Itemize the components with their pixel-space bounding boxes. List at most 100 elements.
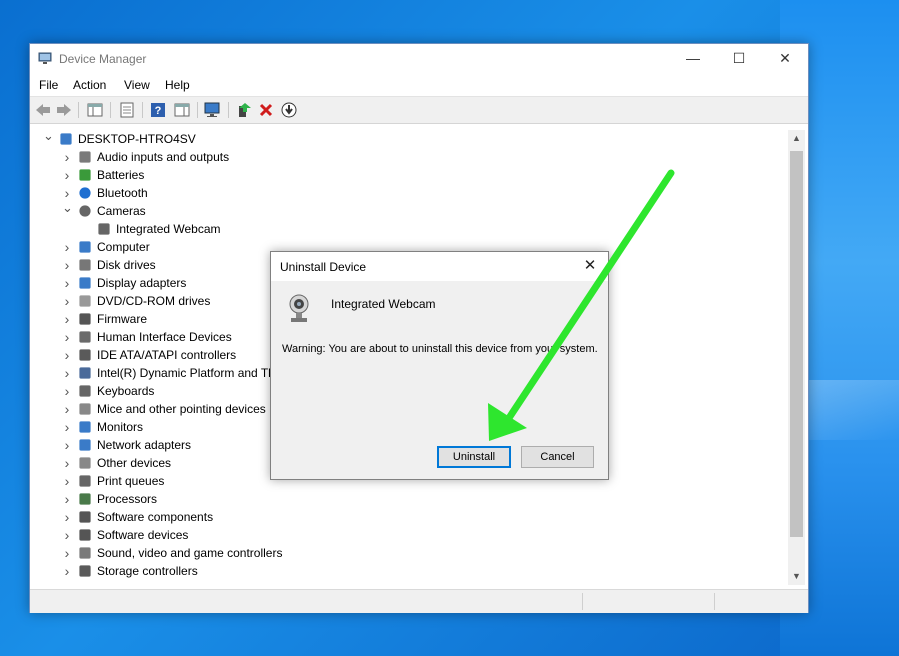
mouse-icon [79, 403, 91, 415]
tree-item-label: DESKTOP-HTRO4SV [78, 132, 196, 146]
dialog-title: Uninstall Device [280, 260, 367, 274]
download-icon[interactable] [280, 101, 298, 119]
tree-item-label: Integrated Webcam [116, 222, 221, 236]
tree-item-label: Mice and other pointing devices [97, 402, 266, 416]
disk-drive-icon [79, 259, 91, 271]
display-adapter-icon [79, 277, 91, 289]
tree-item[interactable]: › Sound, video and game controllers [31, 544, 788, 562]
back-arrow-icon[interactable] [34, 101, 52, 119]
tree-child-item[interactable]: Integrated Webcam [31, 220, 788, 238]
chevron-right-icon[interactable]: › [62, 364, 72, 382]
tree-item-label: Software components [97, 510, 214, 524]
tree-item[interactable]: › Software devices [31, 526, 788, 544]
tree-item[interactable]: ⌄ Cameras [31, 201, 788, 220]
tree-item-label: DVD/CD-ROM drives [97, 294, 211, 308]
scroll-down-icon[interactable]: ▼ [788, 568, 805, 585]
chevron-down-icon[interactable]: ⌄ [62, 201, 73, 220]
help-icon[interactable]: ? [149, 101, 167, 119]
scan-hardware-icon[interactable] [204, 101, 222, 119]
chevron-right-icon[interactable]: › [62, 238, 72, 256]
svg-text:?: ? [155, 105, 162, 117]
properties-icon[interactable] [118, 101, 136, 119]
chevron-right-icon[interactable]: › [62, 436, 72, 454]
network-adapter-icon [79, 439, 91, 451]
chevron-right-icon[interactable]: › [62, 274, 72, 292]
chevron-right-icon[interactable]: › [62, 148, 72, 166]
dialog-title-bar[interactable]: Uninstall Device ✕ [271, 252, 608, 281]
tree-item[interactable]: › Storage controllers [31, 562, 788, 580]
tree-item[interactable]: › Processors [31, 490, 788, 508]
webcam-icon [98, 223, 110, 235]
chevron-right-icon[interactable]: › [62, 454, 72, 472]
processor-icon [79, 493, 91, 505]
tree-item-label: Software devices [97, 528, 189, 542]
storage-controller-icon [79, 565, 91, 577]
chevron-right-icon[interactable]: › [62, 328, 72, 346]
chevron-right-icon[interactable]: › [62, 508, 72, 526]
webcam-icon [289, 294, 309, 322]
menu-help[interactable]: Help [165, 78, 190, 92]
chevron-right-icon[interactable]: › [62, 166, 72, 184]
tree-item[interactable]: › Audio inputs and outputs [31, 148, 788, 166]
tree-item-label: Network adapters [97, 438, 192, 452]
uninstall-button[interactable]: Uninstall [437, 446, 511, 468]
chevron-right-icon[interactable]: › [62, 400, 72, 418]
unknown-device-icon [79, 457, 91, 469]
tree-item[interactable]: › Batteries [31, 166, 788, 184]
chevron-right-icon[interactable]: › [62, 418, 72, 436]
dvd-icon [79, 295, 91, 307]
intel-platform-icon [79, 367, 91, 379]
minimize-button[interactable]: — [670, 44, 716, 74]
status-pane-divider [714, 593, 715, 610]
bluetooth-icon [79, 187, 91, 199]
chevron-right-icon[interactable]: › [62, 544, 72, 562]
cancel-button[interactable]: Cancel [521, 446, 594, 468]
monitor-icon [79, 241, 91, 253]
tree-item-label: Print queues [97, 474, 165, 488]
menu-action[interactable]: Action [73, 78, 106, 92]
status-pane-divider [582, 593, 583, 610]
update-driver-icon[interactable] [235, 101, 253, 119]
dialog-device-name: Integrated Webcam [331, 297, 436, 311]
tree-item-label: Sound, video and game controllers [97, 546, 283, 560]
forward-arrow-icon[interactable] [55, 101, 73, 119]
close-button[interactable]: ✕ [762, 44, 808, 74]
tree-item-label: Computer [97, 240, 150, 254]
chevron-right-icon[interactable]: › [62, 292, 72, 310]
menu-file[interactable]: File [39, 78, 58, 92]
title-bar[interactable]: Device Manager — ☐ ✕ [30, 44, 808, 74]
chevron-right-icon[interactable]: › [62, 256, 72, 274]
action-pane-icon[interactable] [173, 101, 191, 119]
tree-item[interactable]: › Bluetooth [31, 184, 788, 202]
chevron-right-icon[interactable]: › [62, 382, 72, 400]
chevron-right-icon[interactable]: › [62, 562, 72, 580]
tree-item-label: Monitors [97, 420, 144, 434]
window-title: Device Manager [59, 52, 147, 66]
camera-icon [79, 205, 91, 217]
ide-controller-icon [79, 349, 91, 361]
tree-item[interactable]: › Software components [31, 508, 788, 526]
scroll-up-icon[interactable]: ▲ [788, 130, 805, 147]
chevron-right-icon[interactable]: › [62, 526, 72, 544]
tree-item-label: Cameras [97, 204, 146, 218]
tree-item-label: Firmware [97, 312, 147, 326]
show-hide-console-tree-icon[interactable] [86, 101, 104, 119]
scroll-thumb[interactable] [790, 151, 803, 537]
dialog-close-icon[interactable]: ✕ [578, 255, 602, 277]
chevron-right-icon[interactable]: › [62, 472, 72, 490]
chevron-right-icon[interactable]: › [62, 310, 72, 328]
uninstall-device-icon[interactable] [257, 101, 275, 119]
menu-bar: File Action View Help [30, 74, 808, 96]
tree-item-label: Intel(R) Dynamic Platform and Th [97, 366, 275, 380]
battery-icon [79, 169, 91, 181]
device-manager-app-icon [38, 52, 52, 64]
speaker-icon [79, 151, 91, 163]
chevron-right-icon[interactable]: › [62, 346, 72, 364]
chevron-right-icon[interactable]: › [62, 490, 72, 508]
menu-view[interactable]: View [124, 78, 150, 92]
maximize-button[interactable]: ☐ [716, 44, 762, 74]
monitor-icon [79, 421, 91, 433]
vertical-scrollbar[interactable]: ▲ ▼ [788, 130, 805, 585]
tree-root-computer[interactable]: ⌄ DESKTOP-HTRO4SV [31, 130, 788, 148]
chevron-down-icon[interactable]: ⌄ [43, 130, 54, 148]
